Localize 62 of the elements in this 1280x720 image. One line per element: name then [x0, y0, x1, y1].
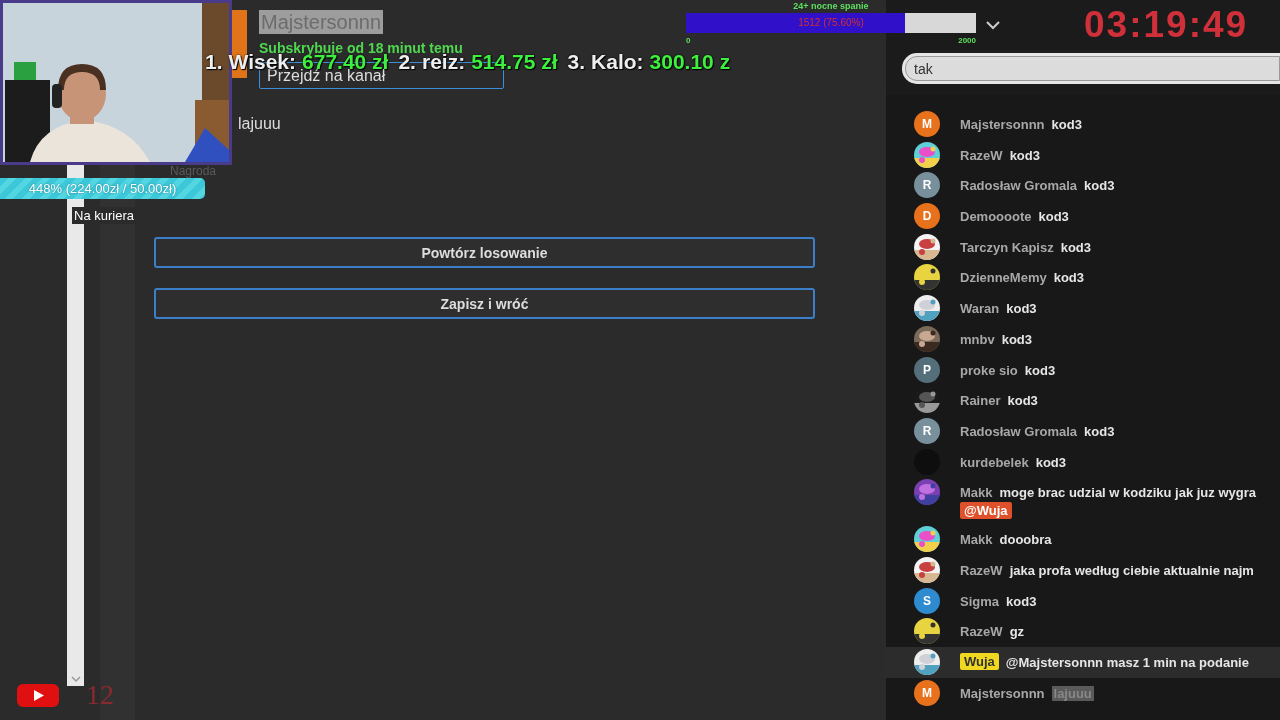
- viewer-count: 12: [86, 680, 114, 710]
- author-badge[interactable]: Wuja: [960, 653, 999, 670]
- message-text: jaka profa według ciebie aktualnie najm: [1009, 562, 1254, 578]
- message-text: kod3: [1084, 178, 1115, 194]
- author-name[interactable]: Rainer: [960, 393, 1001, 409]
- author-name[interactable]: Makk: [960, 532, 993, 548]
- chat-input[interactable]: tak: [905, 56, 1280, 81]
- message-text: kod3: [1060, 239, 1092, 255]
- message-text: kod3: [1007, 393, 1038, 409]
- timer: 03:19:49: [1084, 4, 1249, 46]
- author-name[interactable]: RazeW: [960, 562, 1003, 578]
- avatar: M: [914, 111, 940, 137]
- message-text: kod3: [1024, 362, 1056, 378]
- author-name[interactable]: kurdebelek: [960, 454, 1029, 470]
- author-name[interactable]: Majstersonnn: [960, 117, 1045, 132]
- author-name[interactable]: Radosław Gromala: [960, 178, 1078, 194]
- author-name[interactable]: Majstersonnn: [960, 685, 1045, 701]
- goal-reading: 448% (224.00zł / 50.00zł): [28, 180, 177, 198]
- goal-reading: 1512 (75.60%): [798, 16, 864, 30]
- message-text: kod3: [1009, 147, 1040, 163]
- author-name[interactable]: proke sio: [960, 362, 1018, 378]
- action-button[interactable]: Powtórz losowanie: [154, 237, 815, 268]
- message-text: kod3: [1084, 423, 1115, 439]
- action-button[interactable]: Zapisz i wróć: [154, 288, 815, 319]
- author-name[interactable]: RazeW: [960, 624, 1003, 640]
- author-name[interactable]: RazeW: [960, 147, 1003, 163]
- message-text: kod3: [1006, 301, 1037, 317]
- message-text: lajuuu: [238, 115, 281, 133]
- donor-name: Kalo:: [591, 50, 644, 74]
- goal-max: 2000: [958, 36, 976, 45]
- chevron-down-icon[interactable]: [986, 20, 1000, 30]
- message-text: kod3: [1051, 117, 1082, 132]
- message-text: kod3: [1053, 270, 1085, 286]
- message-text: gz: [1009, 624, 1025, 640]
- goal-title: 24+ nocne spanie: [793, 1, 869, 12]
- mention-tag[interactable]: @Wuja: [960, 502, 1012, 520]
- rank-number: 1.: [205, 50, 223, 74]
- avatar: P: [914, 356, 940, 383]
- avatar: M: [914, 679, 940, 706]
- avatar: S: [914, 587, 940, 614]
- avatar: R: [914, 172, 940, 199]
- avatar: R: [914, 417, 940, 444]
- message-text: kod3: [1038, 209, 1069, 225]
- message-text: @Majstersonnn masz 1 min na podanie: [1005, 655, 1249, 670]
- goal-title: Na kuriera: [72, 207, 136, 224]
- message-text: kod3: [1006, 593, 1037, 609]
- author-name[interactable]: Makk: [960, 485, 993, 501]
- author-name[interactable]: Radosław Gromala: [960, 423, 1078, 439]
- message-text: moge brac udzial w kodziku jak juz wygra: [999, 485, 1256, 501]
- author-name[interactable]: DzienneMemy: [960, 270, 1047, 286]
- message-text: kod3: [1001, 331, 1032, 347]
- author-name[interactable]: Tarczyn Kapisz: [960, 239, 1054, 255]
- author-name[interactable]: Waran: [960, 301, 1000, 317]
- message-text: kod3: [1035, 454, 1066, 470]
- goal-min: 0: [686, 36, 691, 45]
- author-name[interactable]: Sigma: [960, 593, 999, 609]
- donation-amount: 300.10 z: [649, 50, 731, 74]
- message-text: dooobra: [999, 532, 1052, 548]
- author-name[interactable]: mnbv: [960, 331, 995, 347]
- author-name[interactable]: Demoooote: [960, 209, 1032, 225]
- rank-number: 3.: [567, 50, 586, 74]
- avatar: D: [914, 203, 940, 230]
